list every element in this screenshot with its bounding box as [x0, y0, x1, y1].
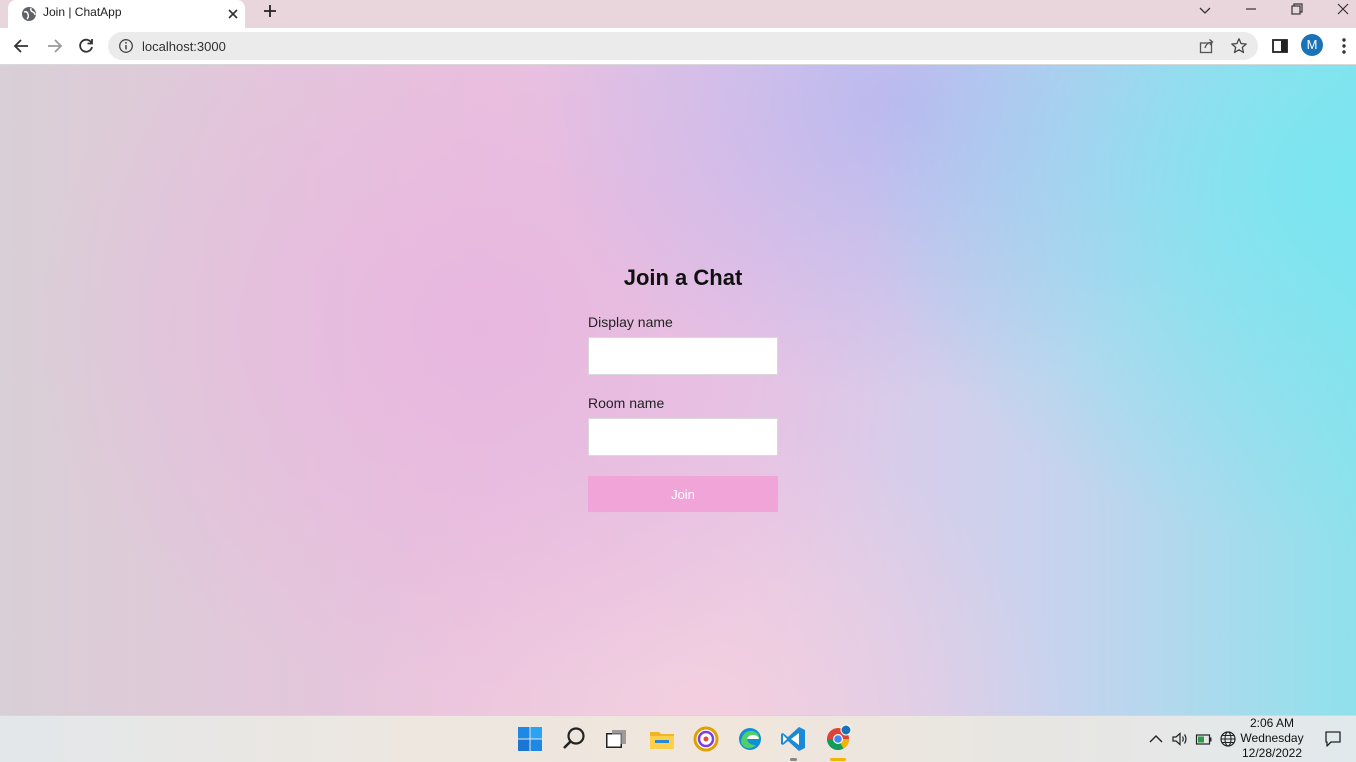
task-view-icon[interactable] [601, 724, 631, 754]
chrome-icon[interactable] [823, 724, 853, 754]
page-viewport: Join a Chat Display name Room name Join [0, 65, 1356, 715]
more-menu-icon[interactable] [1334, 36, 1354, 56]
close-window-button[interactable] [1320, 0, 1356, 28]
restore-icon [1291, 3, 1303, 15]
clock-day: Wednesday [1240, 731, 1304, 745]
active-indicator [830, 758, 846, 761]
tab-search-button[interactable] [1182, 0, 1228, 28]
tab-title: Join | ChatApp [43, 5, 122, 19]
bookmark-star-icon[interactable] [1230, 37, 1248, 55]
url-text[interactable]: localhost:3000 [142, 39, 226, 54]
edge-icon[interactable] [735, 724, 765, 754]
globe-icon [22, 7, 36, 21]
clock-date: 12/28/2022 [1241, 746, 1303, 760]
display-name-input[interactable] [588, 337, 778, 375]
vscode-icon[interactable] [779, 724, 809, 754]
search-icon[interactable] [559, 724, 589, 754]
back-arrow-icon[interactable] [12, 36, 32, 56]
restore-button[interactable] [1274, 0, 1320, 28]
reload-icon[interactable] [76, 36, 96, 56]
start-icon[interactable] [515, 724, 545, 754]
chevron-up-icon[interactable] [1147, 730, 1165, 748]
running-indicator [790, 758, 797, 761]
share-icon[interactable] [1198, 37, 1216, 55]
clock-time: 2:06 AM [1249, 716, 1295, 730]
profile-avatar[interactable]: M [1301, 34, 1323, 56]
taskbar: 2:06 AM Wednesday 12/28/2022 [0, 715, 1356, 762]
forward-arrow-icon[interactable] [44, 36, 64, 56]
side-panel-icon[interactable] [1270, 36, 1290, 56]
close-icon [1337, 3, 1349, 15]
globe-network-icon[interactable] [1219, 730, 1237, 748]
chevron-down-icon [1199, 7, 1211, 14]
minimize-button[interactable] [1228, 0, 1274, 28]
new-tab-icon[interactable] [261, 2, 279, 20]
address-bar[interactable]: localhost:3000 [108, 32, 1258, 60]
app-icon[interactable] [691, 724, 721, 754]
browser-tab[interactable]: Join | ChatApp [8, 0, 245, 28]
close-tab-icon[interactable] [225, 6, 241, 22]
display-name-label: Display name [588, 314, 673, 330]
room-name-label: Room name [588, 395, 665, 411]
clock[interactable]: 2:06 AM Wednesday 12/28/2022 [1240, 716, 1304, 761]
browser-toolbar: localhost:3000 M [0, 28, 1356, 65]
file-explorer-icon[interactable] [647, 724, 677, 754]
join-button[interactable]: Join [588, 476, 778, 512]
volume-icon[interactable] [1171, 730, 1189, 748]
browser-tab-strip: Join | ChatApp [0, 0, 1356, 28]
notification-icon[interactable] [1323, 729, 1343, 749]
battery-icon[interactable] [1195, 730, 1213, 748]
minimize-icon [1246, 8, 1256, 10]
room-name-input[interactable] [588, 418, 778, 456]
info-icon[interactable] [118, 38, 134, 54]
page-title: Join a Chat [623, 265, 743, 290]
